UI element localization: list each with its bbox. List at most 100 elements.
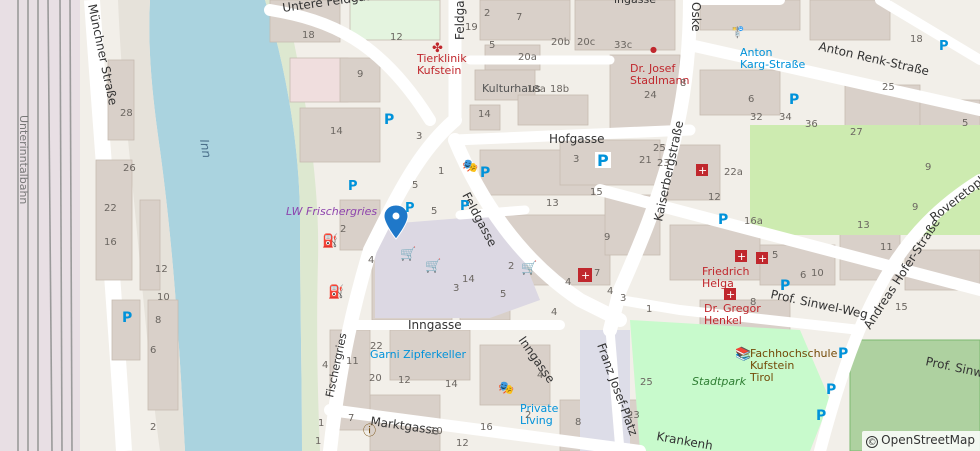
house-number: 27 [850, 127, 863, 138]
house-number: 28 [120, 108, 133, 119]
doctor-icon: + [735, 250, 747, 263]
vet-paw-icon: ✤ [432, 41, 443, 56]
house-number: 14 [462, 274, 475, 285]
house-number: 25 [653, 143, 666, 154]
house-number: 5 [412, 180, 418, 191]
house-number: 23 [657, 158, 670, 169]
house-number: 3 [573, 154, 579, 165]
house-number: 4 [551, 307, 557, 318]
house-number: 19 [465, 22, 478, 33]
fuel-icon-2: ⛽ [328, 284, 344, 300]
parking-icon-12: P [122, 310, 132, 326]
svg-text:+: + [581, 269, 590, 282]
house-number: 5 [962, 118, 968, 129]
house-number: 2 [525, 410, 531, 421]
house-number: 16a [744, 216, 763, 227]
house-number: 12 [456, 438, 469, 449]
svg-text:+: + [698, 164, 707, 177]
house-number: 12 [398, 375, 411, 386]
house-number: 23 [627, 410, 640, 421]
house-number: 9 [357, 69, 363, 80]
parking-icon-13: P [939, 39, 949, 54]
house-number: 20 [369, 373, 382, 384]
house-number: 16 [480, 422, 493, 433]
house-number: 1 [318, 418, 324, 429]
theatre-icon-2: 🎭 [498, 381, 514, 396]
house-number: 2 [484, 8, 490, 19]
house-number: 32 [750, 112, 763, 123]
house-number: 22a [724, 167, 743, 178]
house-number: 9 [604, 232, 610, 243]
svg-text:+: + [737, 250, 746, 263]
poi-stadtpark: Stadtpark [692, 375, 747, 388]
parking-icon-hofgasse: P [595, 151, 611, 170]
house-number: 4 [537, 370, 543, 381]
house-number: 8 [575, 417, 581, 428]
shopping-cart-icon-2: 🛒 [425, 258, 441, 274]
map-svg: Untere Feldgasse Feldgasse Feldgasse Hof… [0, 0, 980, 451]
house-number: 7 [594, 268, 600, 279]
poi-friedrich-helga: Friedrich Helga [702, 265, 749, 290]
street-inngasse-horizontal: Inngasse [408, 318, 462, 332]
house-number: 22 [104, 203, 117, 214]
house-number: 36 [805, 119, 818, 130]
parking-icon-8: P [780, 278, 790, 294]
house-number: 24 [644, 90, 657, 101]
house-number: 26 [123, 163, 136, 174]
house-number: 20b [551, 37, 570, 48]
parking-icon-3: P [405, 201, 415, 216]
house-number: 8 [155, 315, 161, 326]
hospital-icon: + [578, 268, 592, 282]
bus-stop-icon: 🚏 [731, 26, 745, 39]
house-number: 33c [614, 40, 632, 51]
parking-icon-5: P [348, 179, 358, 194]
house-number: 12 [708, 192, 721, 203]
house-number: 18a [527, 84, 546, 95]
house-number: 5 [489, 40, 495, 51]
info-icon: ⓘ [363, 424, 376, 439]
pharmacy-icon: + [696, 164, 708, 177]
house-number: 2 [150, 422, 156, 433]
theatre-icon: 🎭 [462, 159, 478, 174]
house-number: 20a [518, 52, 537, 63]
street-ingasse-top: ingasse [614, 0, 656, 6]
house-number: 10 [430, 426, 443, 437]
attribution-text: OpenStreetMap [881, 433, 975, 447]
house-number: 20c [577, 37, 595, 48]
house-number: 4 [368, 255, 374, 266]
map-canvas[interactable]: Untere Feldgasse Feldgasse Feldgasse Hof… [0, 0, 980, 451]
house-number: 13 [546, 198, 559, 209]
map-attribution[interactable]: © OpenStreetMap [862, 431, 980, 451]
street-oskar: Oske [689, 2, 703, 32]
house-number: 25 [640, 377, 653, 388]
parking-icon-4: P [460, 199, 470, 214]
street-feldgasse-north: Feldgasse [453, 0, 467, 40]
doctor-icon-3: + [724, 288, 736, 301]
house-number: 10 [811, 268, 824, 279]
house-number: 4 [565, 277, 571, 288]
house-number: 14 [445, 379, 458, 390]
house-number: 21 [639, 155, 652, 166]
parking-icon-10: P [826, 382, 836, 398]
house-number: 4 [322, 360, 328, 371]
house-number: 9 [912, 202, 918, 213]
shopping-cart-icon: 🛒 [400, 246, 416, 262]
parking-icon-7: P [718, 212, 728, 228]
house-number: 34 [779, 112, 792, 123]
shopping-cart-icon-3: 🛒 [521, 260, 537, 276]
parking-icon-2: P [480, 165, 490, 181]
house-number: 8 [750, 297, 756, 308]
copyright-icon: © [866, 436, 879, 448]
house-number: 25 [882, 82, 895, 93]
house-number: 13 [857, 220, 870, 231]
house-number: 5 [772, 250, 778, 261]
parking-icon-1: P [384, 112, 394, 128]
house-number: 18 [302, 30, 315, 41]
house-number: 1 [438, 166, 444, 177]
house-number: 11 [346, 356, 359, 367]
railway-landuse [0, 0, 80, 451]
poi-anton-karg: Anton Karg-Straße [740, 46, 806, 71]
house-number: 8 [680, 78, 686, 89]
svg-text:P: P [597, 151, 609, 170]
grass-area-east [750, 125, 980, 235]
